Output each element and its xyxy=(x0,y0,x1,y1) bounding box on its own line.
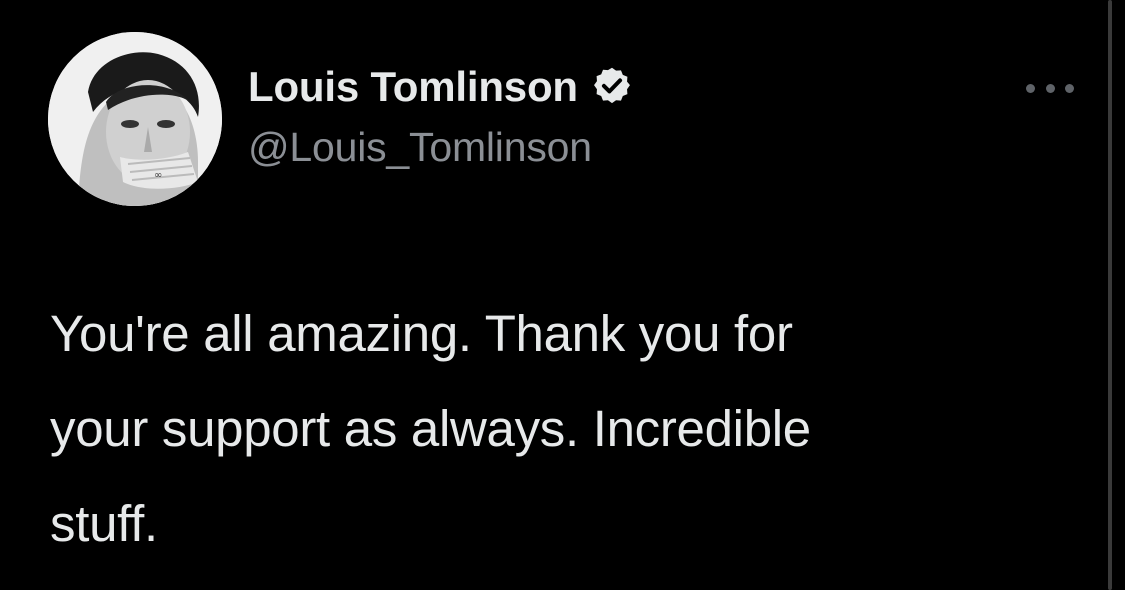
author-handle[interactable]: @Louis_Tomlinson xyxy=(248,124,634,171)
verified-badge-icon xyxy=(590,65,634,109)
tweet-text: You're all amazing. Thank you for your s… xyxy=(50,305,811,552)
author-name-row: Louis Tomlinson xyxy=(248,62,634,112)
author-info: Louis Tomlinson @Louis_Tomlinson xyxy=(248,62,634,171)
author-display-name[interactable]: Louis Tomlinson xyxy=(248,63,578,111)
author-avatar[interactable]: ∞ xyxy=(48,32,222,206)
more-dot xyxy=(1045,83,1055,93)
tweet-card: ∞ Louis Tomlinson @Louis_Tomlinson You'r… xyxy=(0,0,1125,590)
scrollbar[interactable] xyxy=(1108,0,1112,590)
more-dot xyxy=(1065,83,1074,93)
svg-text:∞: ∞ xyxy=(154,170,162,181)
more-options-icon[interactable] xyxy=(1026,76,1074,100)
avatar-photo-icon: ∞ xyxy=(48,32,222,206)
more-dot xyxy=(1026,83,1035,93)
